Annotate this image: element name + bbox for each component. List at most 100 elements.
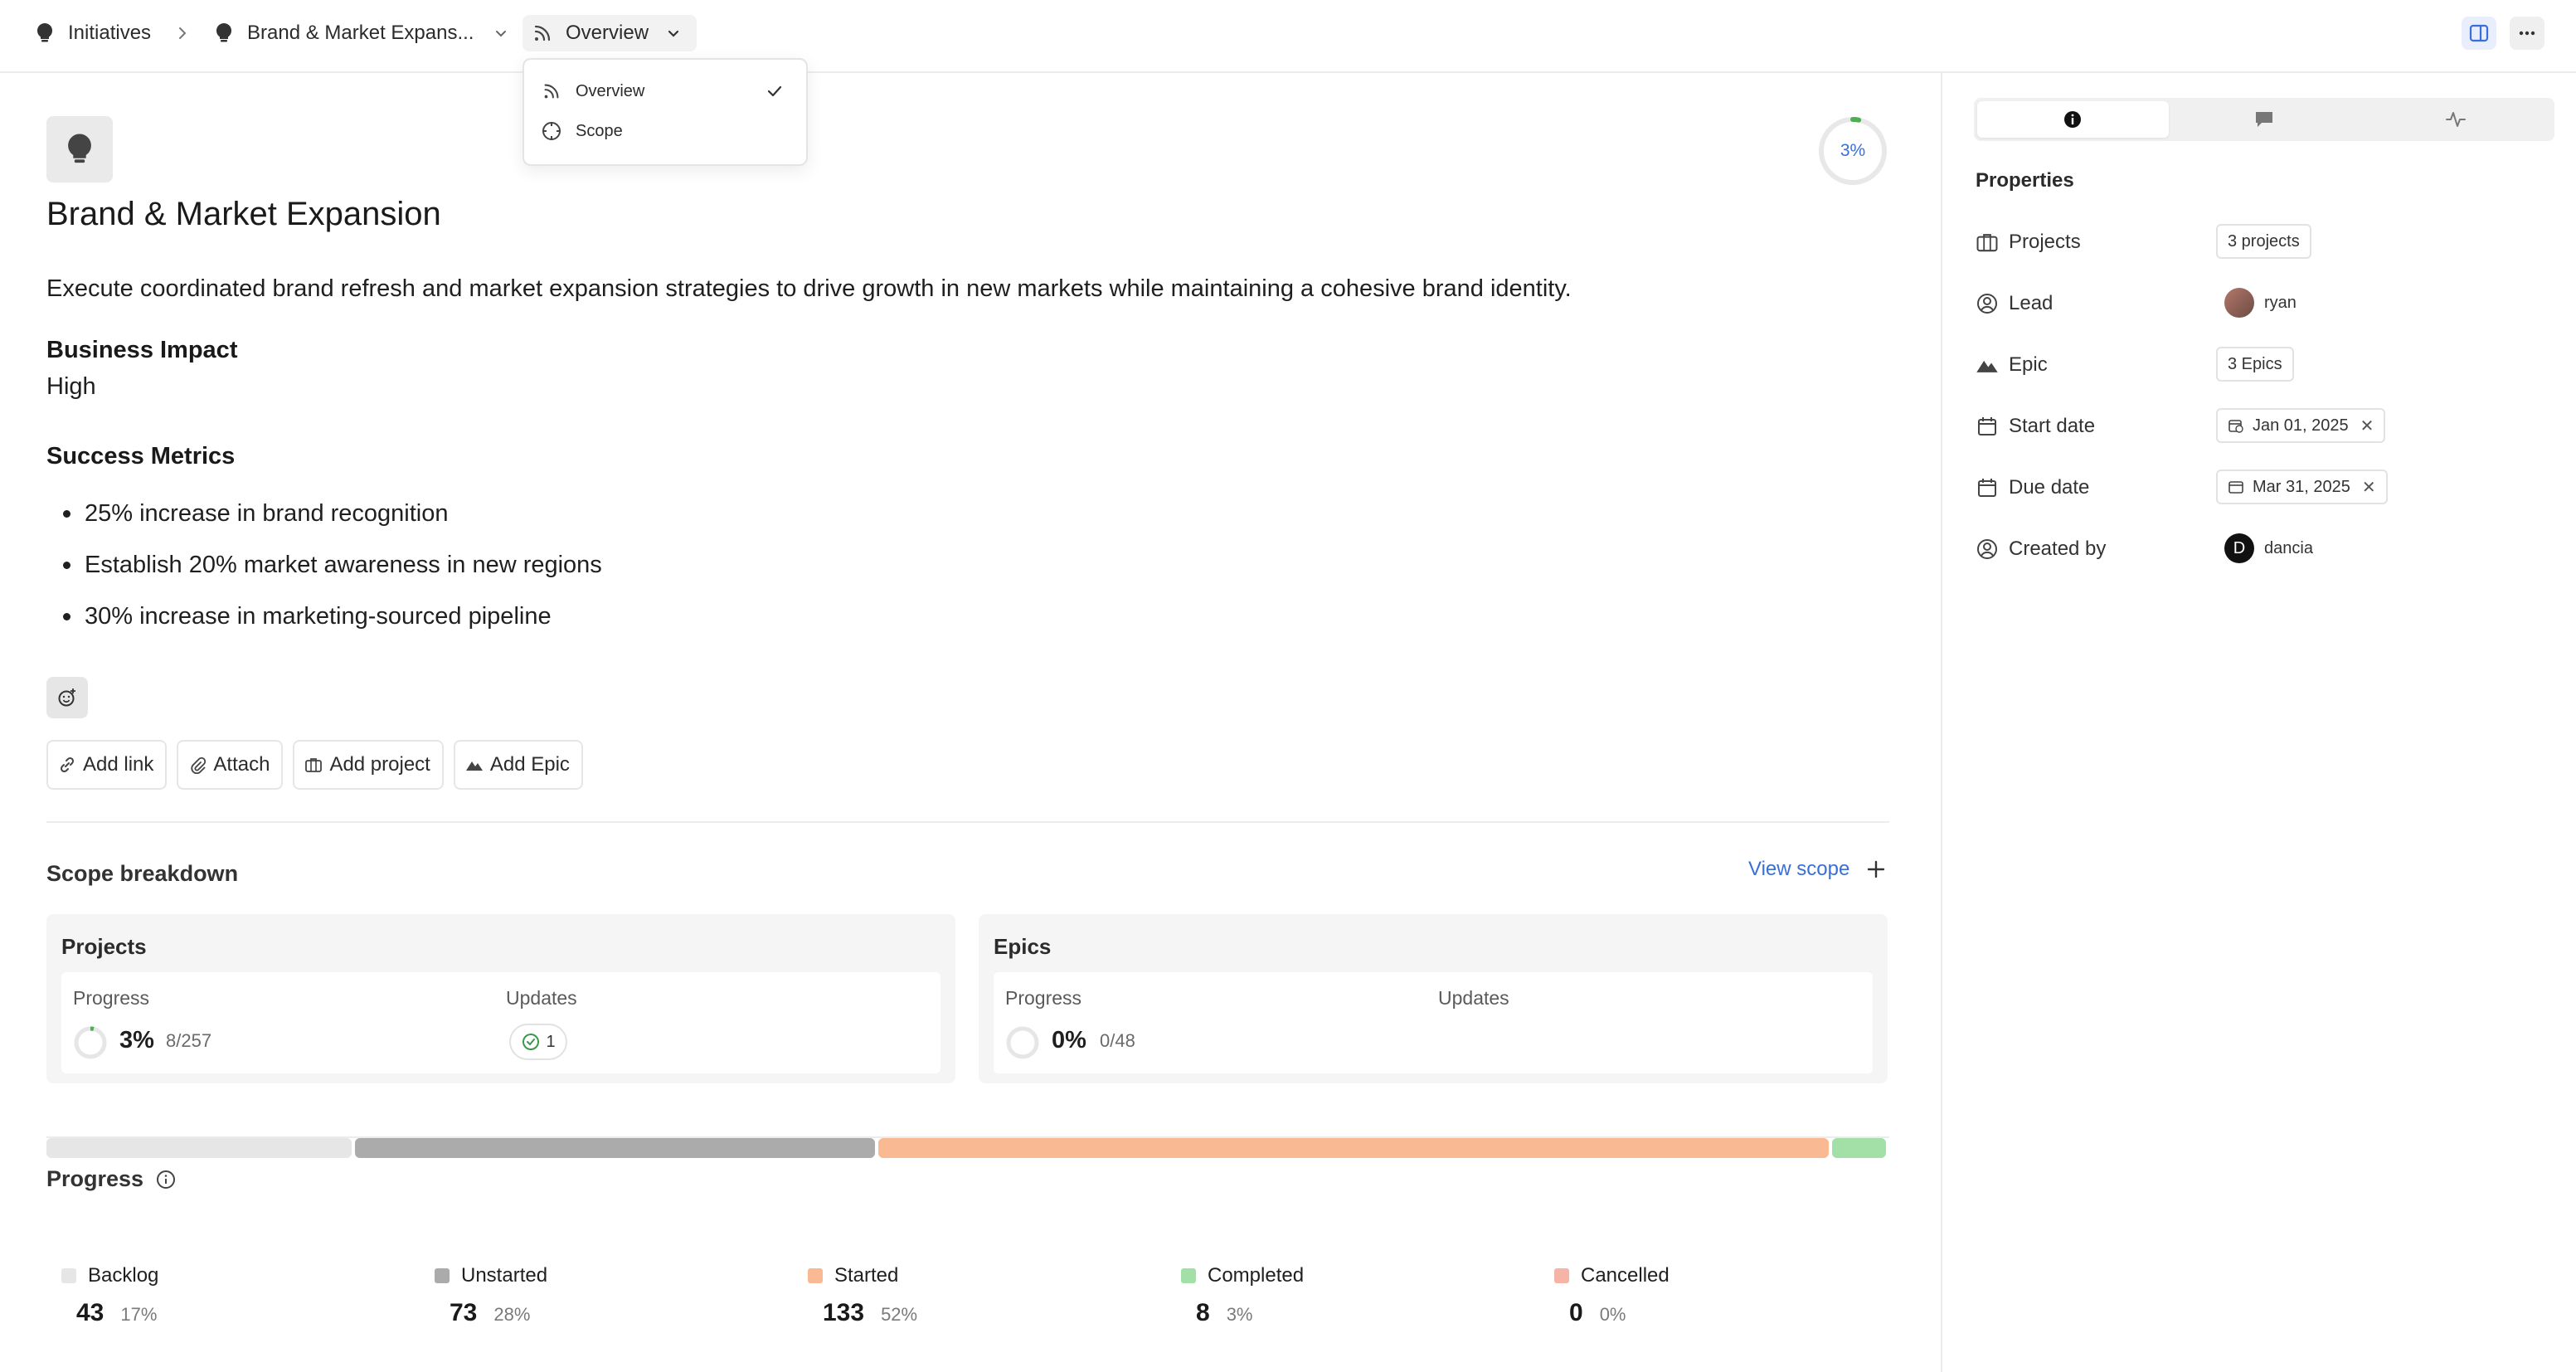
- mountain-icon: [1976, 353, 1999, 377]
- legend-count: 43: [76, 1299, 104, 1326]
- property-label: Created by: [1976, 538, 2106, 561]
- start-date-value: Jan 01, 2025: [2253, 416, 2349, 435]
- progress-segment-unstarted[interactable]: [354, 1138, 875, 1158]
- progress-label: Progress: [73, 987, 150, 1009]
- legend-percent: 28%: [493, 1304, 531, 1325]
- info-icon[interactable]: [155, 1169, 177, 1190]
- calendar-icon: [1976, 415, 1999, 438]
- briefcase-icon: [1976, 231, 1999, 254]
- epics-scope-card: Epics Progress Updates 0% 0/48: [979, 914, 1888, 1083]
- sidebar-panel-icon: [2468, 22, 2490, 44]
- legend-values: 0 0%: [1569, 1299, 1626, 1327]
- property-label-text: Epic: [2009, 353, 2048, 376]
- business-impact-heading: Business Impact: [46, 337, 238, 363]
- avatar: D: [2224, 533, 2254, 563]
- property-label-text: Lead: [2009, 292, 2054, 314]
- epics-progress-fraction: 0/48: [1100, 1030, 1135, 1051]
- epics-card-title: Epics: [994, 934, 1052, 959]
- lightbulb-icon: [66, 133, 94, 166]
- list-item: 30% increase in marketing-sourced pipeli…: [46, 601, 602, 652]
- legend-percent: 17%: [120, 1304, 158, 1325]
- property-label: Epic: [1976, 353, 2048, 377]
- check-circle-icon: [521, 1032, 541, 1052]
- property-projects: Projects 3 projects: [1976, 224, 2556, 260]
- view-menu-item-label: Scope: [576, 121, 623, 140]
- chevron-right-icon: [173, 22, 192, 45]
- view-menu-item-scope[interactable]: Scope: [531, 111, 800, 151]
- clear-icon[interactable]: ✕: [2362, 477, 2376, 498]
- legend-name: Completed: [1181, 1264, 1529, 1287]
- progress-title-label: Progress: [46, 1166, 144, 1191]
- calendar-icon: [2228, 479, 2244, 495]
- initiative-description[interactable]: Execute coordinated brand refresh and ma…: [46, 275, 1572, 303]
- breadcrumb-initiative[interactable]: Brand & Market Expans...: [212, 15, 474, 51]
- more-options-button[interactable]: [2510, 17, 2544, 50]
- action-buttons: Add link Attach Add project Add Epic: [46, 740, 583, 790]
- add-link-label: Add link: [83, 753, 154, 776]
- projects-updates-badge[interactable]: 1: [509, 1024, 567, 1060]
- legend-name: Backlog: [61, 1264, 410, 1287]
- property-start-date: Start date Jan 01, 2025 ✕: [1976, 408, 2556, 445]
- divider: [46, 821, 1889, 823]
- initiative-title[interactable]: Brand & Market Expansion: [46, 196, 441, 233]
- initiative-progress-label: 3%: [1840, 141, 1866, 160]
- paperclip-icon: [188, 756, 207, 774]
- projects-card-body: Progress Updates 3% 8/257 1: [61, 972, 940, 1073]
- progress-segment-started[interactable]: [877, 1138, 1829, 1158]
- property-label-text: Projects: [2009, 231, 2081, 253]
- chevron-down-icon[interactable]: [491, 23, 511, 43]
- toggle-sidebar-button[interactable]: [2462, 17, 2496, 50]
- plus-icon[interactable]: [1864, 858, 1888, 881]
- legend-item-started: Started 133 52%: [808, 1264, 1156, 1326]
- legend-swatch: [1181, 1268, 1196, 1283]
- tab-info[interactable]: [1977, 101, 2169, 138]
- property-label-text: Created by: [2009, 538, 2107, 560]
- legend-values: 43 17%: [76, 1299, 157, 1327]
- property-label: Due date: [1976, 476, 2089, 499]
- due-date-chip[interactable]: Mar 31, 2025 ✕: [2216, 469, 2388, 504]
- projects-chip[interactable]: 3 projects: [2216, 224, 2311, 259]
- property-label-text: Start date: [2009, 415, 2096, 437]
- add-epic-button[interactable]: Add Epic: [453, 740, 583, 790]
- epics-card-body: Progress Updates 0% 0/48: [994, 972, 1873, 1073]
- view-switcher-button[interactable]: Overview: [522, 15, 697, 51]
- legend-percent: 3%: [1226, 1304, 1253, 1325]
- property-label: Projects: [1976, 231, 2081, 254]
- ellipsis-icon: [2516, 22, 2538, 44]
- tab-comments[interactable]: [2169, 101, 2360, 138]
- avatar: [2224, 288, 2254, 318]
- clear-icon[interactable]: ✕: [2360, 416, 2374, 436]
- link-icon: [58, 756, 76, 774]
- property-label-text: Due date: [2009, 476, 2090, 499]
- tab-activity[interactable]: [2360, 101, 2551, 138]
- add-reaction-button[interactable]: [46, 677, 88, 718]
- legend-item-backlog: Backlog 43 17%: [61, 1264, 410, 1326]
- add-link-button[interactable]: Add link: [46, 740, 168, 790]
- user-circle-icon: [1976, 292, 1999, 315]
- updates-label: Updates: [1438, 987, 1509, 1009]
- view-scope-link[interactable]: View scope: [1748, 858, 1849, 881]
- progress-state-bar: [46, 1138, 1889, 1158]
- view-menu-item-overview[interactable]: Overview: [531, 71, 800, 111]
- check-icon: [765, 81, 785, 101]
- legend-count: 133: [823, 1299, 865, 1326]
- add-project-button[interactable]: Add project: [293, 740, 444, 790]
- progress-segment-backlog[interactable]: [46, 1138, 352, 1158]
- legend-label: Started: [834, 1264, 899, 1287]
- initiative-icon-box[interactable]: [46, 116, 113, 182]
- main-content: 3% Brand & Market Expansion Execute coor…: [0, 73, 1941, 1372]
- rss-icon: [541, 80, 562, 102]
- breadcrumb-initiative-label: Brand & Market Expans...: [247, 22, 474, 44]
- legend-name: Started: [808, 1264, 1156, 1287]
- epics-chip[interactable]: 3 Epics: [2216, 347, 2294, 382]
- created-by-user[interactable]: D dancia: [2216, 531, 2313, 566]
- start-date-chip[interactable]: Jan 01, 2025 ✕: [2216, 408, 2386, 443]
- chevron-down-icon: [663, 23, 683, 43]
- breadcrumb-initiatives[interactable]: Initiatives: [33, 15, 151, 51]
- legend-name: Cancelled: [1554, 1264, 1903, 1287]
- legend-swatch: [61, 1268, 76, 1283]
- attach-button[interactable]: Attach: [177, 740, 284, 790]
- progress-segment-completed[interactable]: [1831, 1138, 1886, 1158]
- lead-user[interactable]: ryan: [2216, 285, 2297, 320]
- epics-progress-percent: 0%: [1052, 1027, 1086, 1053]
